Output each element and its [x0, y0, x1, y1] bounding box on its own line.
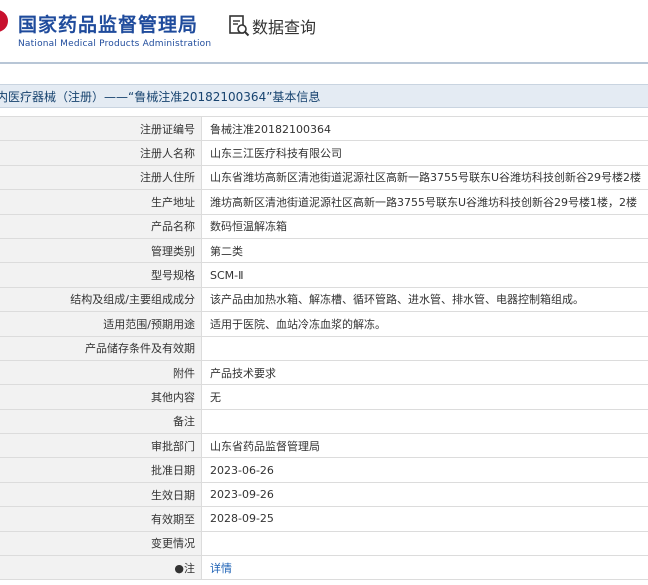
table-row: 批准日期 2023-06-26: [0, 457, 648, 483]
row-value: 山东省潍坊高新区清池街道泥源社区高新一路3755号联东U谷潍坊科技创新谷29号楼…: [201, 164, 648, 191]
table-row: 生产地址 潍坊高新区清池街道泥源社区高新一路3755号联东U谷潍坊科技创新谷29号…: [0, 189, 648, 215]
row-value: 详情: [201, 555, 648, 581]
table-row: 结构及组成/主要组成成分 该产品由加热水箱、解冻槽、循环管路、进水管、排水管、电器…: [0, 286, 648, 313]
table-row: 管理类别 第二类: [0, 237, 648, 264]
row-value: [201, 408, 648, 435]
table-row: 有效期至 2028-09-25: [0, 506, 648, 532]
row-label: 产品储存条件及有效期: [0, 335, 202, 361]
row-label: 生产地址: [0, 189, 202, 215]
row-label: 产品名称: [0, 213, 202, 239]
row-value: [201, 335, 648, 361]
data-query-link[interactable]: 数据查询: [228, 14, 316, 38]
row-value: 山东省药品监督管理局: [201, 433, 648, 459]
row-label: 附件: [0, 359, 202, 386]
row-label: 批准日期: [0, 457, 202, 483]
row-value: 潍坊高新区清池街道泥源社区高新一路3755号联东U谷潍坊科技创新谷29号楼1楼，…: [201, 189, 648, 215]
site-header: 国家药品监督管理局 National Medical Products Admi…: [0, 0, 648, 62]
emblem-icon: [0, 10, 8, 32]
row-label: 注册证编号: [0, 115, 202, 142]
row-value: 山东三江医疗科技有限公司: [201, 140, 648, 166]
row-label: 备注: [0, 408, 202, 435]
logo-subtitle: National Medical Products Administration: [18, 39, 212, 49]
row-value: 鲁械注准20182100364: [201, 115, 648, 142]
table-row: 注册人住所 山东省潍坊高新区清池街道泥源社区高新一路3755号联东U谷潍坊科技创新…: [0, 164, 648, 191]
row-label: 结构及组成/主要组成成分: [0, 286, 202, 313]
table-row: 附件 产品技术要求: [0, 359, 648, 386]
header-divider: [0, 62, 648, 64]
row-label: ●注: [0, 555, 202, 581]
row-value: 产品技术要求: [201, 359, 648, 386]
table-row: 型号规格 SCM-Ⅱ: [0, 262, 648, 288]
row-value: 该产品由加热水箱、解冻槽、循环管路、进水管、排水管、电器控制箱组成。: [201, 286, 648, 313]
table-row: 变更情况: [0, 530, 648, 557]
row-label: 生效日期: [0, 481, 202, 508]
section-title: 内医疗器械（注册）——“鲁械注准20182100364”基本信息: [0, 90, 321, 104]
document-search-icon: [229, 15, 250, 37]
row-value: 无: [201, 384, 648, 410]
row-label: 有效期至: [0, 506, 202, 532]
row-label: 变更情况: [0, 530, 202, 557]
detail-link[interactable]: 详情: [210, 562, 232, 575]
row-label: 注册人名称: [0, 140, 202, 166]
table-row: 生效日期 2023-09-26: [0, 481, 648, 508]
table-row: 产品名称 数码恒温解冻箱: [0, 213, 648, 239]
section-title-bar: 内医疗器械（注册）——“鲁械注准20182100364”基本信息: [0, 84, 648, 108]
row-label: 管理类别: [0, 237, 202, 264]
row-value: 2023-06-26: [201, 457, 648, 483]
row-value: SCM-Ⅱ: [201, 262, 648, 288]
row-value: 适用于医院、血站冷冻血浆的解冻。: [201, 311, 648, 337]
row-label: 其他内容: [0, 384, 202, 410]
table-row: 注册证编号 鲁械注准20182100364: [0, 115, 648, 142]
table-row: 适用范围/预期用途 适用于医院、血站冷冻血浆的解冻。: [0, 311, 648, 337]
row-label: 型号规格: [0, 262, 202, 288]
data-query-label: 数据查询: [252, 18, 317, 37]
row-value: 第二类: [201, 237, 648, 264]
table-row: 注册人名称 山东三江医疗科技有限公司: [0, 140, 648, 166]
row-value: 数码恒温解冻箱: [201, 213, 648, 239]
registration-info-table: 注册证编号 鲁械注准20182100364 注册人名称 山东三江医疗科技有限公司 注…: [0, 115, 648, 581]
table-row: ●注 详情: [0, 555, 648, 581]
table-row: 审批部门 山东省药品监督管理局: [0, 433, 648, 459]
row-label: 审批部门: [0, 433, 202, 459]
table-row: 产品储存条件及有效期: [0, 335, 648, 361]
row-value: 2023-09-26: [201, 481, 648, 508]
row-label: 适用范围/预期用途: [0, 311, 202, 337]
table-row: 备注: [0, 408, 648, 435]
row-value: [201, 530, 648, 557]
row-value: 2028-09-25: [201, 506, 648, 532]
row-label: 注册人住所: [0, 164, 202, 191]
logo-title: 国家药品监督管理局: [18, 14, 199, 36]
table-row: 其他内容无: [0, 384, 648, 410]
